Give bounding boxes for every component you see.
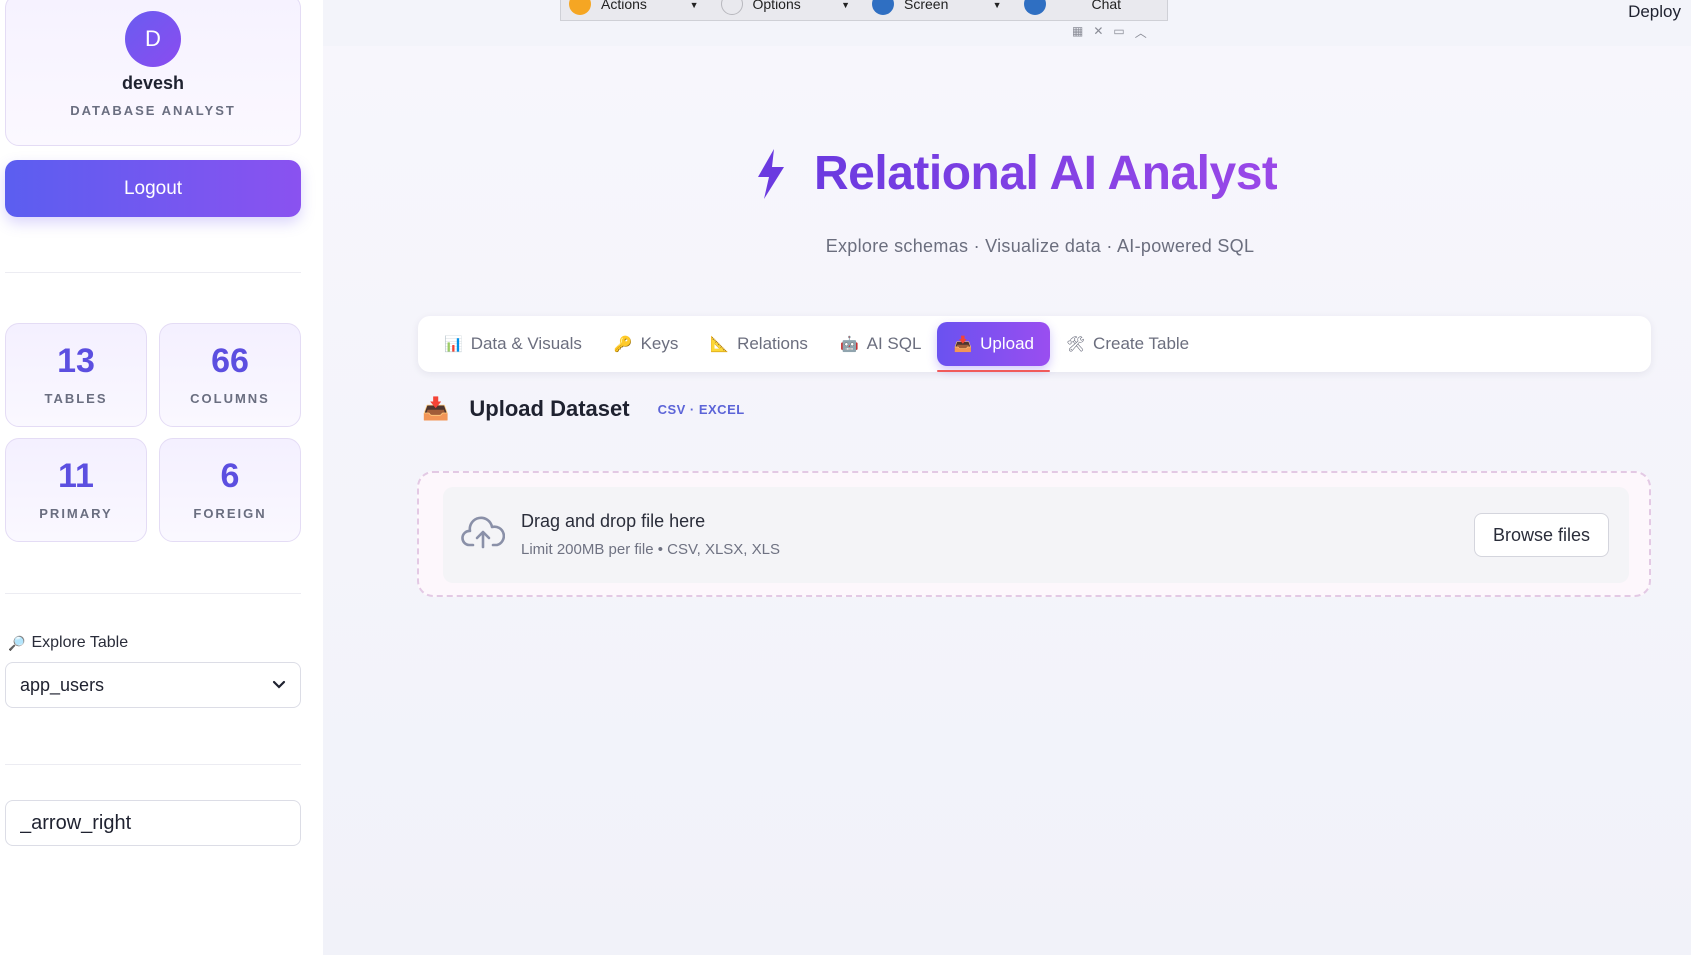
toolbar-label: Screen xyxy=(904,0,949,12)
explore-table-label: 🔎 Explore Table xyxy=(8,634,128,652)
tab-label: Create Table xyxy=(1093,334,1190,353)
upload-section-title: Upload Dataset xyxy=(469,396,630,421)
caret-down-icon: ▼ xyxy=(992,0,1002,10)
file-limit-text: Limit 200MB per file • CSV, XLSX, XLS xyxy=(521,541,780,558)
tools-icon: 🛠 xyxy=(1066,336,1086,353)
cloud-upload-icon xyxy=(461,516,505,549)
stat-label: TABLES xyxy=(44,391,108,406)
key-icon: 🔑 xyxy=(613,336,633,353)
deploy-button[interactable]: Deploy xyxy=(1628,2,1681,22)
stat-card-foreign: 6 FOREIGN xyxy=(159,438,301,542)
toolbar-label: Chat xyxy=(1091,0,1122,12)
gear-icon xyxy=(720,0,743,15)
toolbar-screen[interactable]: Screen ▼ xyxy=(872,0,1016,15)
toolbar-actions[interactable]: Actions ▼ xyxy=(569,0,713,15)
top-toolbar: Actions ▼ Options ▼ Screen ▼ Chat xyxy=(560,0,1168,21)
monitor-icon[interactable]: ▭ xyxy=(1113,24,1124,41)
page-title: Relational AI Analyst xyxy=(754,146,1278,201)
sidebar: D devesh DATABASE ANALYST Logout 13 TABL… xyxy=(0,0,323,955)
screen-icon xyxy=(872,0,894,15)
tab-relations[interactable]: 📐 Relations xyxy=(694,322,824,366)
sidebar-text-input[interactable] xyxy=(5,800,301,846)
toolbar-label: Actions xyxy=(601,0,647,12)
select-value: app_users xyxy=(20,674,105,695)
chevron-down-icon xyxy=(272,680,286,689)
avatar: D xyxy=(125,11,181,67)
stat-value: 66 xyxy=(211,342,249,380)
upload-section-header: 📥 Upload Dataset CSV · EXCEL xyxy=(422,396,745,422)
stat-card-tables: 13 TABLES xyxy=(5,323,147,427)
magnifier-icon: 🔎 xyxy=(8,634,26,651)
inbox-tray-icon: 📥 xyxy=(953,336,973,353)
sidebar-divider xyxy=(5,593,301,594)
caret-down-icon: ▼ xyxy=(689,0,699,10)
page-subtitle: Explore schemas · Visualize data · AI-po… xyxy=(825,236,1255,256)
triangle-ruler-icon: 📐 xyxy=(710,336,730,353)
stat-card-primary: 11 PRIMARY xyxy=(5,438,147,542)
tab-label: Data & Visuals xyxy=(470,334,582,353)
stat-label: PRIMARY xyxy=(39,506,113,521)
page-title-text: Relational AI Analyst xyxy=(814,147,1278,200)
explore-table-text: Explore Table xyxy=(31,634,129,651)
tab-data-visuals[interactable]: 📊 Data & Visuals xyxy=(428,322,598,366)
stat-value: 13 xyxy=(57,342,95,380)
tab-ai-sql[interactable]: 🤖 AI SQL xyxy=(824,322,938,366)
logout-button[interactable]: Logout xyxy=(5,160,301,217)
grid-icon[interactable]: ▦ xyxy=(1072,24,1083,41)
file-drop-zone[interactable]: Drag and drop file here Limit 200MB per … xyxy=(417,471,1651,597)
inbox-tray-icon: 📥 xyxy=(422,396,450,421)
drop-instruction: Drag and drop file here xyxy=(521,511,706,531)
chat-icon xyxy=(1023,0,1046,15)
stat-label: FOREIGN xyxy=(193,506,267,521)
lightning-bolt-icon xyxy=(758,148,784,199)
browse-files-button[interactable]: Browse files xyxy=(1474,513,1609,557)
tab-label: Relations xyxy=(737,334,808,353)
file-uploader[interactable]: Drag and drop file here Limit 200MB per … xyxy=(443,487,1629,583)
toolbar-mini-icons: ▦ ✕ ▭ ︿ xyxy=(1072,24,1147,41)
tab-upload[interactable]: 📥 Upload xyxy=(937,322,1050,372)
profile-role: DATABASE ANALYST xyxy=(70,103,236,118)
sidebar-divider xyxy=(5,272,301,273)
stat-card-columns: 66 COLUMNS xyxy=(159,323,301,427)
stat-label: COLUMNS xyxy=(190,391,270,406)
fullscreen-icon[interactable]: ✕ xyxy=(1093,24,1103,41)
file-type-badge: CSV · EXCEL xyxy=(657,401,745,417)
stat-value: 11 xyxy=(58,457,94,495)
chevron-up-icon[interactable]: ︿ xyxy=(1135,24,1147,41)
profile-card: D devesh DATABASE ANALYST xyxy=(5,0,301,146)
tab-label: Keys xyxy=(640,334,679,353)
actions-icon xyxy=(569,0,591,15)
tab-label: AI SQL xyxy=(866,334,922,353)
caret-down-icon: ▼ xyxy=(841,0,850,10)
toolbar-options[interactable]: Options ▼ xyxy=(720,0,865,15)
tab-create-table[interactable]: 🛠 Create Table xyxy=(1050,322,1205,366)
robot-icon: 🤖 xyxy=(839,336,859,353)
profile-name: devesh xyxy=(121,73,185,93)
toolbar-chat[interactable]: Chat xyxy=(1023,0,1168,15)
explore-table-select[interactable]: app_users xyxy=(5,662,301,708)
tab-keys[interactable]: 🔑 Keys xyxy=(598,322,694,366)
chart-icon: 📊 xyxy=(444,336,463,353)
tab-bar: 📊 Data & Visuals 🔑 Keys 📐 Relations 🤖 AI… xyxy=(418,316,1651,372)
stat-value: 6 xyxy=(220,457,240,495)
sidebar-divider xyxy=(5,764,301,765)
toolbar-label: Options xyxy=(752,0,801,12)
tab-label: Upload xyxy=(980,334,1034,353)
